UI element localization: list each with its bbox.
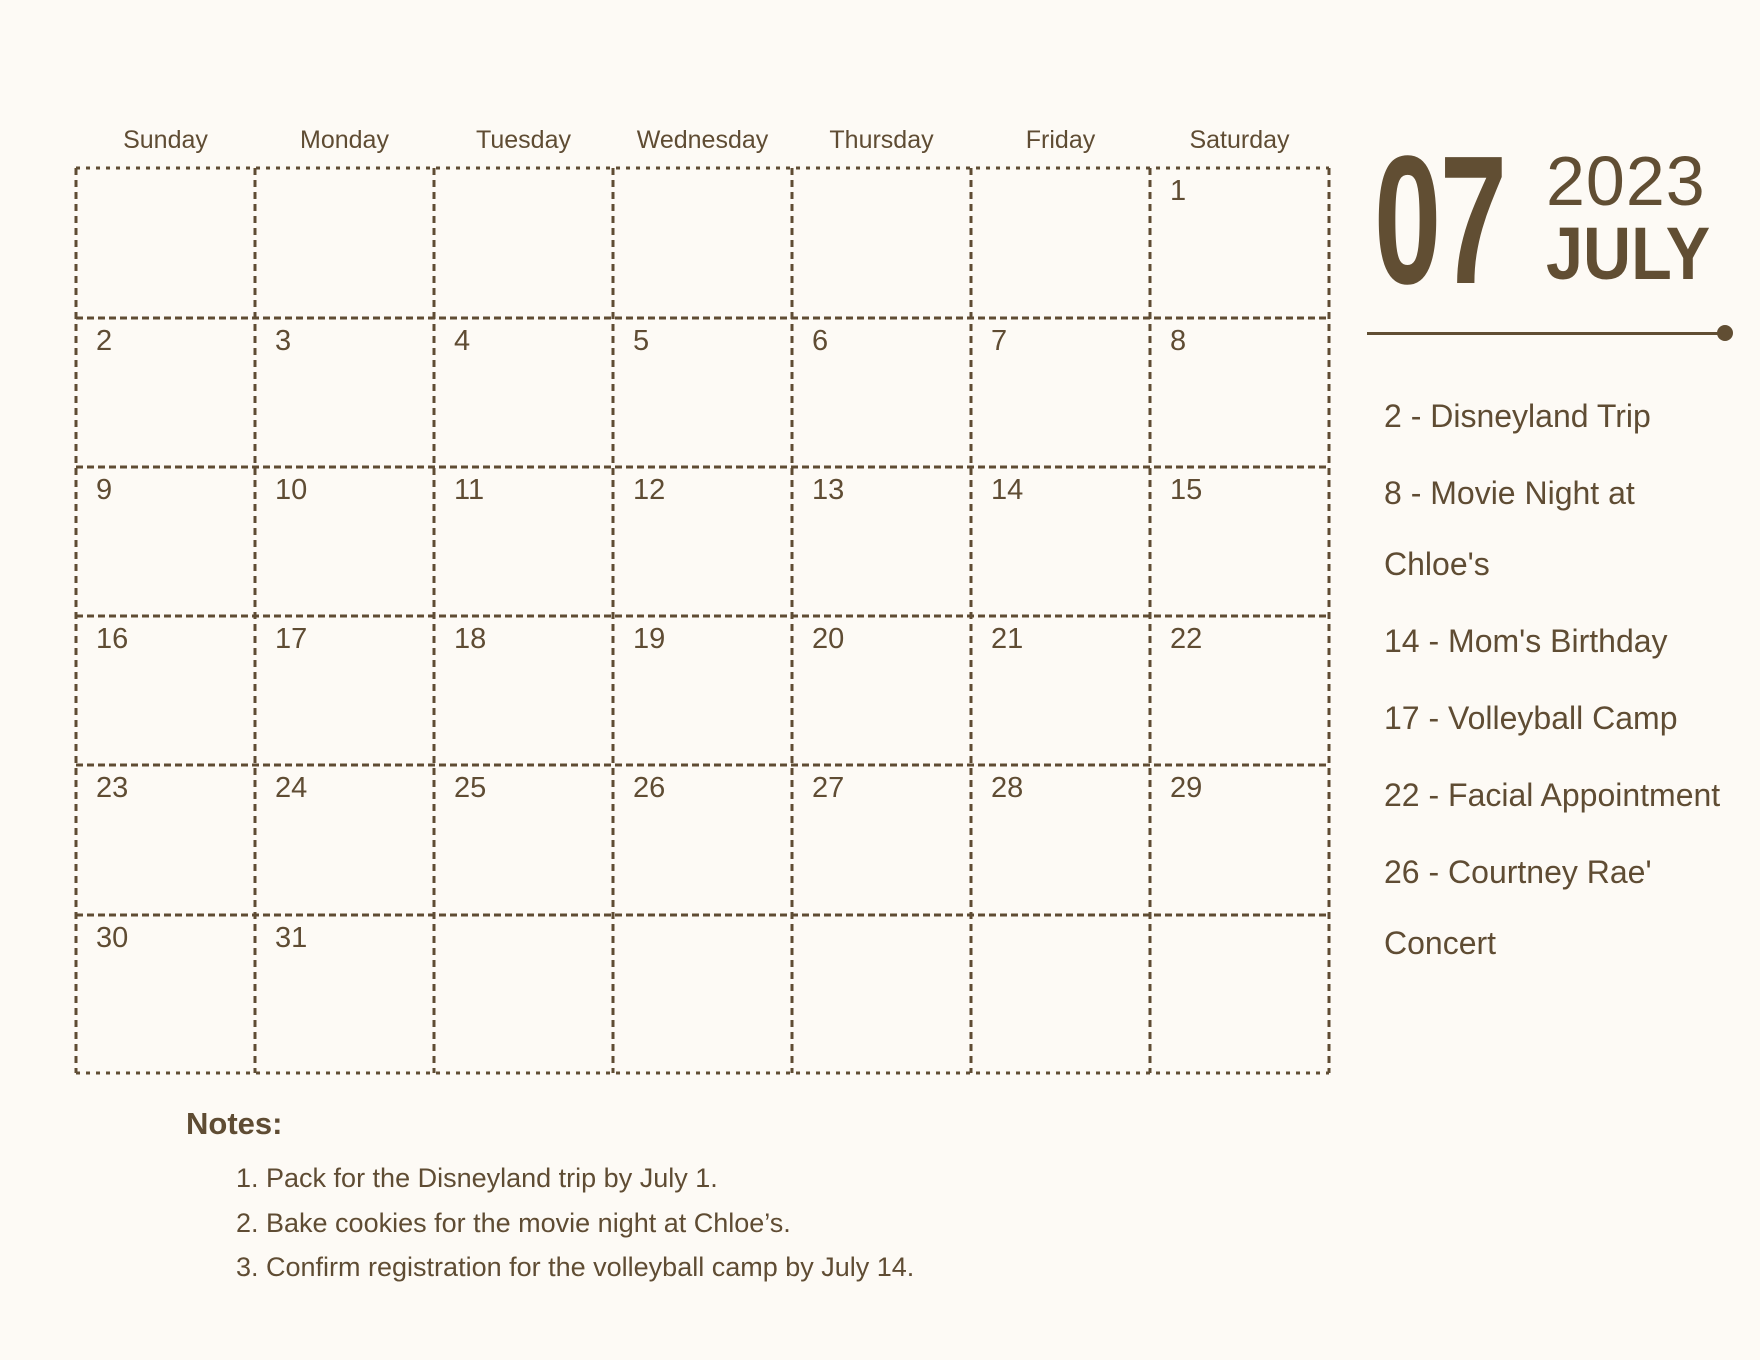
calendar-day-cell: 24 xyxy=(255,765,434,915)
divider-dot-icon xyxy=(1717,325,1733,341)
month-number: 07 xyxy=(1374,117,1507,322)
day-number: 24 xyxy=(275,772,308,804)
day-number: 8 xyxy=(1170,325,1187,357)
event-item: 2 - Disneyland Trip xyxy=(1384,398,1651,434)
calendar-empty-cell xyxy=(971,915,1150,1073)
notes-list: 1. Pack for the Disneyland trip by July … xyxy=(236,1156,914,1290)
calendar-day-cell: 4 xyxy=(434,318,613,467)
calendar-empty-cell xyxy=(971,168,1150,318)
event-item: 22 - Facial Appointment xyxy=(1384,777,1721,813)
event-item: 17 - Volleyball Camp xyxy=(1384,700,1678,736)
calendar-day-cell: 26 xyxy=(613,765,792,915)
calendar-day-cell: 18 xyxy=(434,616,613,765)
weekday-wednesday: Wednesday xyxy=(636,126,769,154)
calendar-day-cell: 14 xyxy=(971,467,1150,616)
day-number: 11 xyxy=(454,474,485,506)
calendar-day-cell: 8 xyxy=(1150,318,1329,467)
weekday-monday: Monday xyxy=(300,126,389,154)
day-number: 20 xyxy=(812,623,845,655)
day-number: 5 xyxy=(633,325,650,357)
note-item: 2. Bake cookies for the movie night at C… xyxy=(236,1207,791,1238)
calendar-day-cell: 15 xyxy=(1150,467,1329,616)
calendar-empty-cell xyxy=(434,168,613,318)
calendar-day-cell: 22 xyxy=(1150,616,1329,765)
calendar-day-cell: 16 xyxy=(76,616,255,765)
note-item: 3. Confirm registration for the volleyba… xyxy=(236,1252,915,1282)
day-number: 6 xyxy=(812,325,829,357)
day-number: 27 xyxy=(812,772,845,804)
calendar-day-cell: 13 xyxy=(792,467,971,616)
calendar-empty-cell xyxy=(1150,915,1329,1073)
day-number: 1 xyxy=(1170,175,1187,207)
calendar-day-cell: 10 xyxy=(255,467,434,616)
day-number: 31 xyxy=(275,922,308,954)
calendar-empty-cell xyxy=(792,168,971,318)
calendar-day-cell: 5 xyxy=(613,318,792,467)
day-number: 26 xyxy=(633,772,666,804)
day-number: 28 xyxy=(991,772,1024,804)
day-number: 30 xyxy=(96,922,129,954)
calendar-day-cell: 27 xyxy=(792,765,971,915)
event-item: 14 - Mom's Birthday xyxy=(1384,623,1668,659)
calendar-day-cell: 11 xyxy=(434,467,613,616)
weekday-sunday: Sunday xyxy=(123,126,208,154)
calendar-day-cell: 12 xyxy=(613,467,792,616)
day-number: 15 xyxy=(1170,474,1203,506)
day-number: 3 xyxy=(275,325,292,357)
day-number: 21 xyxy=(991,623,1024,655)
year-label: 2023 xyxy=(1546,142,1706,220)
weekday-saturday: Saturday xyxy=(1189,126,1290,154)
day-number: 13 xyxy=(812,474,845,506)
weekday-thursday: Thursday xyxy=(829,126,934,154)
calendar-empty-cell xyxy=(255,168,434,318)
day-number: 25 xyxy=(454,772,487,804)
calendar-day-cell: 3 xyxy=(255,318,434,467)
calendar-day-cell: 23 xyxy=(76,765,255,915)
month-name: JULY xyxy=(1546,212,1711,295)
day-number: 16 xyxy=(96,623,129,655)
calendar-day-cell: 6 xyxy=(792,318,971,467)
divider-line xyxy=(1367,332,1725,335)
notes-title: Notes: xyxy=(186,1106,283,1141)
calendar-empty-cell xyxy=(76,168,255,318)
calendar-empty-cell xyxy=(792,915,971,1073)
day-number: 10 xyxy=(275,474,308,506)
calendar-day-cell: 31 xyxy=(255,915,434,1073)
day-number: 2 xyxy=(96,325,113,357)
day-number: 9 xyxy=(96,474,113,506)
weekday-friday: Friday xyxy=(1025,126,1096,154)
calendar-day-cell: 19 xyxy=(613,616,792,765)
calendar-day-cell: 30 xyxy=(76,915,255,1073)
calendar-day-cell: 25 xyxy=(434,765,613,915)
calendar-day-cell: 20 xyxy=(792,616,971,765)
calendar-empty-cell xyxy=(434,915,613,1073)
event-item: 26 - Courtney Rae' Concert xyxy=(1384,854,1652,961)
event-item: 8 - Movie Night at Chloe's xyxy=(1384,475,1635,582)
calendar-day-cell: 21 xyxy=(971,616,1150,765)
calendar-day-cell: 1 xyxy=(1150,168,1329,318)
calendar-empty-cell xyxy=(613,168,792,318)
day-number: 7 xyxy=(991,325,1008,357)
day-number: 22 xyxy=(1170,623,1203,655)
day-number: 14 xyxy=(991,474,1024,506)
day-number: 23 xyxy=(96,772,129,804)
calendar-day-cell: 7 xyxy=(971,318,1150,467)
calendar-day-cell: 29 xyxy=(1150,765,1329,915)
day-number: 29 xyxy=(1170,772,1203,804)
day-number: 4 xyxy=(454,325,471,357)
calendar-day-cell: 28 xyxy=(971,765,1150,915)
day-number: 17 xyxy=(275,623,308,655)
note-item: 1. Pack for the Disneyland trip by July … xyxy=(236,1163,718,1193)
day-number: 18 xyxy=(454,623,487,655)
day-number: 19 xyxy=(633,623,666,655)
day-number: 12 xyxy=(633,474,666,506)
events-list: 2 - Disneyland Trip 8 - Movie Night at C… xyxy=(1384,381,1724,985)
calendar-day-cell: 2 xyxy=(76,318,255,467)
calendar-empty-cell xyxy=(613,915,792,1073)
calendar-day-cell: 9 xyxy=(76,467,255,616)
weekday-tuesday: Tuesday xyxy=(476,126,571,154)
calendar-day-cell: 17 xyxy=(255,616,434,765)
